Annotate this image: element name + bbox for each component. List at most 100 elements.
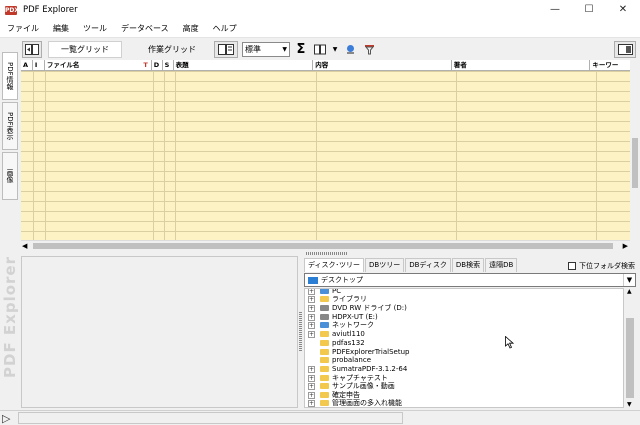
folder-tree[interactable]: + PC + ライブラリ + DVD RW ドライブ (D:) + HDPX-UT (E… [304,288,624,408]
panel-layout-button[interactable] [614,41,636,58]
drive-icon [320,314,329,320]
menu-help[interactable]: ヘルプ [206,23,244,34]
folder-icon [320,296,329,302]
column-filename[interactable]: ファイル名 T [45,60,152,70]
tree-item[interactable]: + ライブラリ [305,295,367,303]
desktop-icon [308,276,318,284]
expand-icon[interactable]: + [308,289,315,295]
expand-icon[interactable]: + [308,365,315,373]
split-view-button[interactable] [22,41,42,58]
drive-select-value: デスクトップ [321,276,363,284]
tab-list-grid[interactable]: 一覧グリッド [48,41,122,58]
expand-icon[interactable]: + [308,374,315,382]
brand-watermark: PDF Explorer [0,232,20,402]
menu-file[interactable]: ファイル [0,23,46,34]
layout-select[interactable]: 標準 ▼ [242,42,290,57]
grid-divider [456,71,457,240]
disk-icon [346,45,354,54]
tab-images[interactable]: 画像 [2,152,18,200]
tree-tabs: ディスク･ツリー DBツリー DBディスク DB検索 遠隔DB [304,258,518,272]
filter-button[interactable] [361,41,377,58]
menu-advanced[interactable]: 高度 [176,23,206,34]
menu-tools[interactable]: ツール [76,23,114,34]
minimize-button[interactable]: — [538,0,572,20]
tab-disk-tree[interactable]: ディスク･ツリー [304,258,365,272]
column-author[interactable]: 著者 [452,60,591,70]
grid-layout-button[interactable] [214,41,238,58]
subfolder-search-option[interactable]: 下位フォルダ検索 [568,261,635,271]
tree-item[interactable]: + SumatraPDF-3.1.2-64 [305,365,407,373]
close-button[interactable]: ✕ [606,0,640,20]
grid-header: A I ファイル名 T D S 表題 内容 著者 キーワー [21,60,630,71]
chevron-down-icon[interactable]: ▼ [623,274,635,286]
grid-vertical-scrollbar[interactable] [630,60,640,240]
scroll-left-icon[interactable]: ◀ [22,241,27,251]
column-a[interactable]: A [21,60,33,70]
tree-item[interactable]: + aviutl110 [305,330,365,338]
expand-icon[interactable]: + [308,330,315,338]
column-content[interactable]: 内容 [313,60,452,70]
save-button[interactable] [342,41,358,58]
chevron-down-icon: ▼ [282,46,287,53]
tree-item[interactable]: + DVD RW ドライブ (D:) [305,304,407,312]
scroll-down-icon[interactable]: ▼ [627,401,632,408]
vertical-splitter-handle[interactable] [299,312,302,352]
drive-select[interactable]: デスクトップ ▼ [304,273,636,287]
scroll-up-icon[interactable]: ▲ [627,288,632,295]
columns-dropdown-icon[interactable]: ▼ [331,41,339,58]
tab-work-grid[interactable]: 作業グリッド [136,41,208,58]
horizontal-splitter-handle[interactable] [306,252,348,255]
folder-icon [320,331,329,337]
tree-item[interactable]: + ネットワーク [305,321,374,329]
expand-icon[interactable]: + [308,295,315,303]
tree-item[interactable]: + 管理画面の多入れ機能 [305,399,402,407]
expand-icon[interactable]: + [308,321,315,329]
tab-db-search[interactable]: DB検索 [451,258,485,272]
menu-edit[interactable]: 編集 [46,23,76,34]
tab-remote-db[interactable]: 遠隔DB [485,258,518,272]
grid-layout-icon [218,44,234,55]
tab-pdf-info[interactable]: PDF情報 [2,52,18,100]
file-grid[interactable]: A I ファイル名 T D S 表題 内容 著者 キーワー [21,60,630,240]
folder-icon [320,366,329,372]
tree-item[interactable]: pdfas132 [305,339,365,347]
folder-icon [320,375,329,381]
scroll-thumb[interactable] [33,243,613,249]
subfolder-search-checkbox[interactable] [568,262,576,270]
column-title[interactable]: 表題 [174,60,314,70]
title-bar: PDX PDF Explorer — ☐ ✕ [0,0,640,20]
tab-pdf-view[interactable]: PDF表示 [2,102,18,150]
menu-database[interactable]: データベース [114,23,176,34]
expand-icon[interactable]: + [308,304,315,312]
scroll-thumb[interactable] [632,138,638,188]
tree-vertical-scrollbar[interactable]: ▲ ▼ [624,288,636,408]
expand-icon[interactable]: + [308,399,315,407]
play-icon[interactable]: ▷ [2,412,10,425]
menu-bar: ファイル 編集 ツール データベース 高度 ヘルプ [0,20,640,38]
folder-icon [320,383,329,389]
tab-db-tree[interactable]: DBツリー [365,258,405,272]
grid-divider [596,71,597,240]
column-d[interactable]: D [152,60,163,70]
scroll-right-icon[interactable]: ▶ [623,241,628,251]
sigma-button[interactable]: Σ [293,41,309,58]
network-icon [320,322,329,328]
maximize-button[interactable]: ☐ [572,0,606,20]
column-s[interactable]: S [163,60,174,70]
layout-select-value: 標準 [245,45,261,54]
expand-icon[interactable]: + [308,313,315,321]
brand-text: PDF Explorer [1,256,19,378]
tree-item[interactable]: + サンプル画像・動画 [305,382,395,390]
column-keyword[interactable]: キーワー [590,60,630,70]
scroll-thumb[interactable] [626,318,634,398]
expand-icon[interactable]: + [308,391,315,399]
mouse-cursor-icon [505,335,515,352]
grid-body[interactable] [21,71,630,240]
tree-item[interactable]: PDFExplorerTrialSetup [305,348,409,356]
tree-item[interactable]: probalance [305,356,371,364]
columns-button[interactable] [312,41,328,58]
column-i[interactable]: I [33,60,45,70]
expand-icon[interactable]: + [308,382,315,390]
grid-horizontal-scrollbar[interactable]: ◀ ▶ [21,240,630,250]
tab-db-disk[interactable]: DBディスク [405,258,451,272]
